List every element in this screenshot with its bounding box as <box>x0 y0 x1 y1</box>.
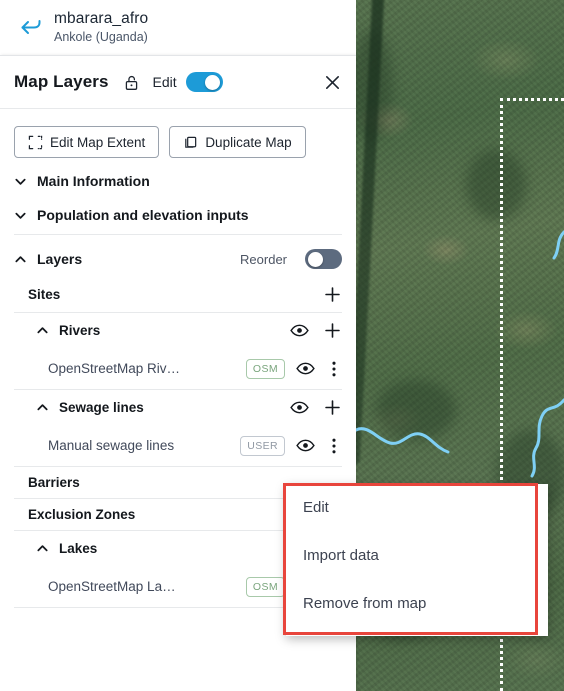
source-badge: OSM <box>245 576 285 597</box>
layer-group-sites-label: Sites <box>28 287 61 302</box>
toggle-visibility-sewage-button[interactable] <box>289 397 310 418</box>
layer-group-sites[interactable]: Sites <box>14 277 342 312</box>
reorder-control: Reorder <box>240 249 342 269</box>
edit-map-extent-label: Edit Map Extent <box>50 134 146 150</box>
section-main-information[interactable]: Main Information <box>0 164 356 198</box>
close-icon <box>325 75 340 89</box>
context-menu-item-edit[interactable]: Edit <box>303 499 329 516</box>
eye-icon <box>290 324 309 337</box>
layer-group-exclusion-zones-label: Exclusion Zones <box>28 507 136 522</box>
back-arrow-icon <box>21 19 41 34</box>
chevron-up-icon <box>37 327 48 334</box>
duplicate-icon <box>185 136 197 148</box>
source-badge: OSM <box>245 358 285 379</box>
add-icon <box>325 400 340 415</box>
layer-item-openstreetmap-rivers[interactable]: OpenStreetMap Riv… OSM <box>14 348 342 389</box>
chevron-down-icon <box>15 178 26 185</box>
layer-group-rivers[interactable]: Rivers <box>14 313 342 348</box>
eye-icon <box>296 439 315 452</box>
layer-item-label: OpenStreetMap Riv… <box>48 361 181 376</box>
layer-group-barriers-label: Barriers <box>28 475 80 490</box>
layer-group-lakes-label: Lakes <box>59 541 98 556</box>
unlock-icon[interactable] <box>123 74 140 91</box>
app-root: mbarara_afro Ankole (Uganda) Map Layers … <box>0 0 564 691</box>
section-population-elevation[interactable]: Population and elevation inputs <box>0 198 356 232</box>
section-layers-label: Layers <box>37 251 83 267</box>
add-icon <box>325 287 340 302</box>
layer-item-manual-sewage-lines[interactable]: Manual sewage lines USER <box>14 425 342 466</box>
layer-item-label: OpenStreetMap La… <box>48 579 176 594</box>
source-badge: USER <box>240 435 285 456</box>
map-boundary-top <box>500 98 564 101</box>
layer-group-sewage-lines-label: Sewage lines <box>59 400 144 415</box>
chevron-up-icon <box>37 545 48 552</box>
layer-group-rivers-label: Rivers <box>59 323 101 338</box>
panel-actions: Edit Map Extent Duplicate Map <box>0 109 356 164</box>
edit-map-extent-button[interactable]: Edit Map Extent <box>14 126 160 158</box>
layer-item-label: Manual sewage lines <box>48 438 175 453</box>
toggle-visibility-button[interactable] <box>295 358 316 379</box>
layer-group-sewage-lines[interactable]: Sewage lines <box>14 390 342 425</box>
section-main-information-label: Main Information <box>37 173 150 189</box>
panel-header: Map Layers Edit <box>0 56 356 109</box>
top-bar: mbarara_afro Ankole (Uganda) <box>0 0 356 55</box>
map-extent-icon <box>28 135 43 149</box>
edit-label: Edit <box>152 74 177 90</box>
chevron-down-icon <box>15 212 26 219</box>
page-title: mbarara_afro <box>54 10 149 28</box>
add-river-layer-button[interactable] <box>323 321 342 340</box>
toggle-knob <box>205 74 221 90</box>
reorder-label: Reorder <box>240 251 287 267</box>
add-icon <box>325 323 340 338</box>
layer-options-button[interactable] <box>326 436 342 456</box>
toggle-visibility-button[interactable] <box>295 435 316 456</box>
duplicate-map-button[interactable]: Duplicate Map <box>169 126 306 158</box>
section-layers[interactable]: Layers Reorder <box>0 235 356 277</box>
panel-title: Map Layers <box>14 72 109 91</box>
context-menu-item-remove-from-map[interactable]: Remove from map <box>303 595 426 612</box>
chevron-up-icon <box>15 255 26 262</box>
layer-options-button[interactable] <box>326 359 342 379</box>
toggle-visibility-rivers-button[interactable] <box>289 320 310 341</box>
more-vertical-icon <box>332 361 336 376</box>
section-population-elevation-label: Population and elevation inputs <box>37 207 249 223</box>
add-sites-button[interactable] <box>323 285 342 304</box>
chevron-up-icon <box>37 404 48 411</box>
back-button[interactable] <box>14 11 48 45</box>
reorder-toggle[interactable] <box>305 249 342 269</box>
close-button[interactable] <box>323 73 342 92</box>
duplicate-map-label: Duplicate Map <box>205 134 292 150</box>
project-title-block: mbarara_afro Ankole (Uganda) <box>54 10 148 44</box>
eye-icon <box>296 362 315 375</box>
page-subtitle: Ankole (Uganda) <box>54 29 148 44</box>
edit-toggle[interactable] <box>185 72 223 92</box>
eye-icon <box>290 401 309 414</box>
toggle-knob <box>307 251 323 267</box>
add-sewage-layer-button[interactable] <box>323 398 342 417</box>
context-menu-item-import-data[interactable]: Import data <box>303 547 379 564</box>
more-vertical-icon <box>332 438 336 453</box>
